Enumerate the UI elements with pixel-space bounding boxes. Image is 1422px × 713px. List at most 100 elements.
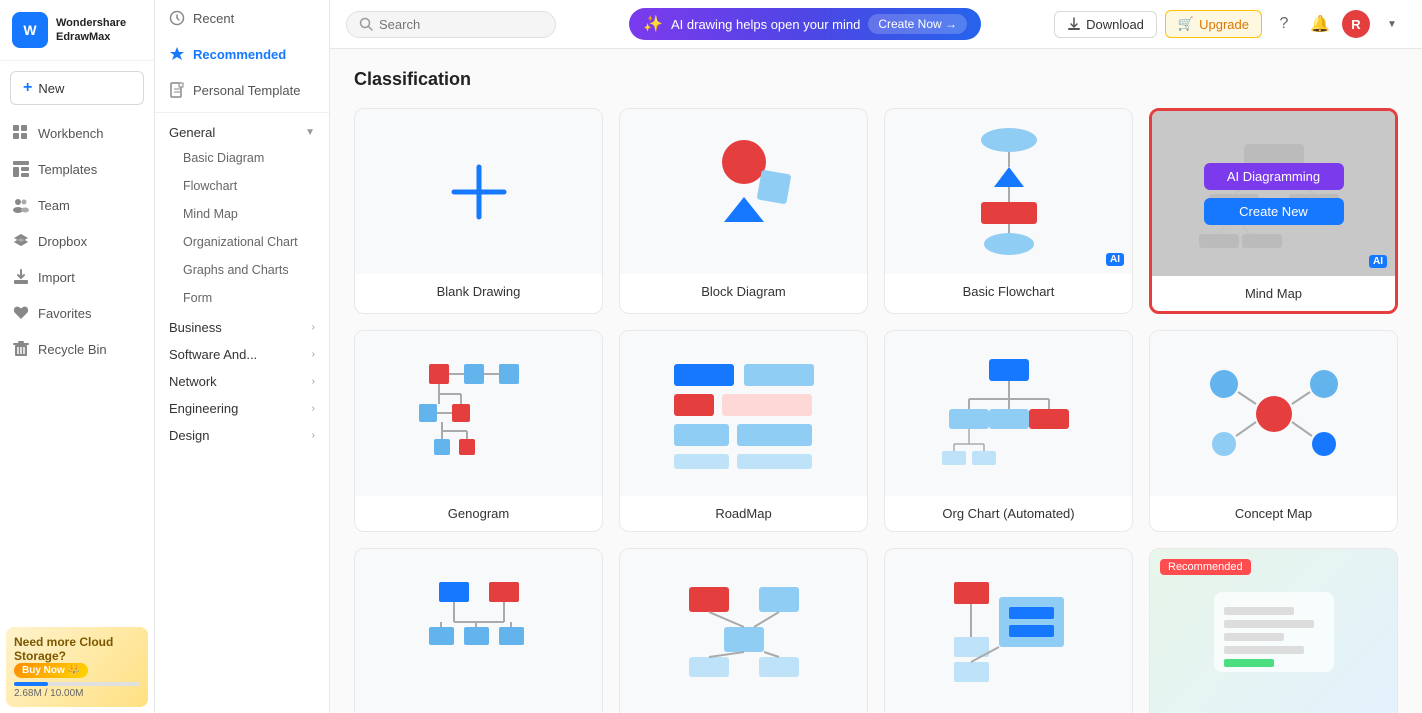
card-network1-img xyxy=(355,549,602,713)
mid-software-section[interactable]: Software And... › xyxy=(155,339,329,366)
card-mindmap-label: Mind Map xyxy=(1152,276,1395,311)
trash-icon xyxy=(12,340,30,358)
mid-sub-mindmap[interactable]: Mind Map xyxy=(155,200,329,228)
file-icon xyxy=(169,82,185,98)
upgrade-button[interactable]: 🛒 Upgrade xyxy=(1165,10,1262,38)
buy-now-button[interactable]: Buy Now 👑 xyxy=(14,663,88,678)
chevron-right-icon-2: › xyxy=(312,349,315,360)
mid-business-section[interactable]: Business › xyxy=(155,312,329,339)
card-flowchart-img: AI xyxy=(885,109,1132,274)
chevron-right-icon-4: › xyxy=(312,403,315,414)
recommended-badge: Recommended xyxy=(1160,559,1251,575)
mid-sub-flowchart[interactable]: Flowchart xyxy=(155,172,329,200)
cloud-storage-promo[interactable]: Need more Cloud Storage? Buy Now 👑 2.68M… xyxy=(6,627,148,707)
new-button[interactable]: + New xyxy=(10,71,144,105)
search-box[interactable] xyxy=(346,11,556,38)
logo-text: Wondershare EdrawMax xyxy=(56,16,126,45)
ai-badge-mindmap: AI xyxy=(1369,255,1387,268)
mid-personal-template[interactable]: Personal Template xyxy=(155,72,329,108)
mid-recent[interactable]: Recent xyxy=(155,0,329,36)
card-mindmap-img: AI Diagramming Create New AI xyxy=(1152,111,1395,276)
card-network2-img xyxy=(620,549,867,713)
sidebar-item-import[interactable]: Import xyxy=(0,259,154,295)
card-roadmap[interactable]: RoadMap xyxy=(619,330,868,532)
card-recommended-img: Recommended xyxy=(1150,549,1397,713)
star-icon xyxy=(169,46,185,62)
card-basic-flowchart[interactable]: AI Basic Flowchart xyxy=(884,108,1133,314)
storage-bar xyxy=(14,682,48,686)
chevron-down-icon: ▼ xyxy=(305,127,315,138)
network2-svg xyxy=(669,567,819,697)
card-block-img xyxy=(620,109,867,274)
chevron-down-user-icon[interactable]: ▼ xyxy=(1378,10,1406,38)
ai-banner[interactable]: ✨ AI drawing helps open your mind Create… xyxy=(629,8,981,40)
storage-bar-wrap xyxy=(14,682,140,686)
create-new-button[interactable]: Create New xyxy=(1204,198,1344,225)
main-content: ✨ AI drawing helps open your mind Create… xyxy=(330,0,1422,713)
mid-design-section[interactable]: Design › xyxy=(155,420,329,447)
flowchart-svg xyxy=(949,122,1069,262)
clock-icon xyxy=(169,10,185,26)
card-network3-img xyxy=(885,549,1132,713)
card-network2[interactable] xyxy=(619,548,868,713)
mid-sub-form[interactable]: Form xyxy=(155,284,329,312)
ai-diagramming-button[interactable]: AI Diagramming xyxy=(1204,163,1344,190)
download-icon xyxy=(1067,17,1081,31)
help-icon[interactable]: ? xyxy=(1270,10,1298,38)
sidebar-item-team[interactable]: Team xyxy=(0,187,154,223)
chevron-right-icon-3: › xyxy=(312,376,315,387)
card-genogram[interactable]: Genogram xyxy=(354,330,603,532)
chevron-right-icon-5: › xyxy=(312,430,315,441)
mid-recommended[interactable]: Recommended xyxy=(155,36,329,72)
card-blank-drawing[interactable]: Blank Drawing xyxy=(354,108,603,314)
roadmap-svg xyxy=(664,349,824,479)
card-concept-map[interactable]: Concept Map xyxy=(1149,330,1398,532)
ai-sparkle-icon: ✨ xyxy=(643,14,663,34)
conceptmap-svg xyxy=(1199,349,1349,479)
chevron-right-icon: › xyxy=(312,322,315,333)
search-input[interactable] xyxy=(379,17,519,32)
card-conceptmap-img xyxy=(1150,331,1397,496)
card-roadmap-label: RoadMap xyxy=(620,496,867,531)
topbar: ✨ AI drawing helps open your mind Create… xyxy=(330,0,1422,49)
sidebar-item-workbench[interactable]: Workbench xyxy=(0,115,154,151)
card-genogram-img xyxy=(355,331,602,496)
ai-create-now-button[interactable]: Create Now → xyxy=(868,14,967,34)
card-network3[interactable] xyxy=(884,548,1133,713)
heart-icon xyxy=(12,304,30,322)
network3-svg xyxy=(934,567,1084,697)
card-network1[interactable] xyxy=(354,548,603,713)
mid-engineering-section[interactable]: Engineering › xyxy=(155,393,329,420)
sidebar-item-dropbox[interactable]: Dropbox xyxy=(0,223,154,259)
notification-icon[interactable]: 🔔 xyxy=(1306,10,1334,38)
download-button[interactable]: Download xyxy=(1054,11,1157,38)
cart-icon: 🛒 xyxy=(1178,16,1194,32)
mid-network-section[interactable]: Network › xyxy=(155,366,329,393)
grid-icon xyxy=(12,124,30,142)
topbar-right: Download 🛒 Upgrade ? 🔔 R ▼ xyxy=(1054,10,1406,38)
card-blank-img xyxy=(355,109,602,274)
mid-sub-basic-diagram[interactable]: Basic Diagram xyxy=(155,144,329,172)
mid-sub-graphs[interactable]: Graphs and Charts xyxy=(155,256,329,284)
users-icon xyxy=(12,196,30,214)
card-recommended[interactable]: Recommended xyxy=(1149,548,1398,713)
sidebar-item-templates[interactable]: Templates xyxy=(0,151,154,187)
avatar[interactable]: R xyxy=(1342,10,1370,38)
mid-general-section[interactable]: General ▼ xyxy=(155,117,329,144)
mid-sub-org-chart[interactable]: Organizational Chart xyxy=(155,228,329,256)
card-mind-map[interactable]: AI Diagramming Create New AI Mind Map xyxy=(1149,108,1398,314)
new-plus-icon: + xyxy=(23,79,32,97)
genogram-svg xyxy=(404,349,554,479)
card-orgchart[interactable]: Org Chart (Automated) xyxy=(884,330,1133,532)
card-conceptmap-label: Concept Map xyxy=(1150,496,1397,531)
sidebar-item-favorites[interactable]: Favorites xyxy=(0,295,154,331)
recommended-svg xyxy=(1204,572,1344,692)
card-blank-label: Blank Drawing xyxy=(355,274,602,309)
content-area: Classification Blank Drawing xyxy=(330,49,1422,713)
ai-badge-flowchart: AI xyxy=(1106,253,1124,266)
left-sidebar: W Wondershare EdrawMax + New Workbench xyxy=(0,0,155,713)
search-icon xyxy=(359,17,373,31)
card-block-label: Block Diagram xyxy=(620,274,867,309)
sidebar-item-recycle[interactable]: Recycle Bin xyxy=(0,331,154,367)
card-block-diagram[interactable]: Block Diagram xyxy=(619,108,868,314)
